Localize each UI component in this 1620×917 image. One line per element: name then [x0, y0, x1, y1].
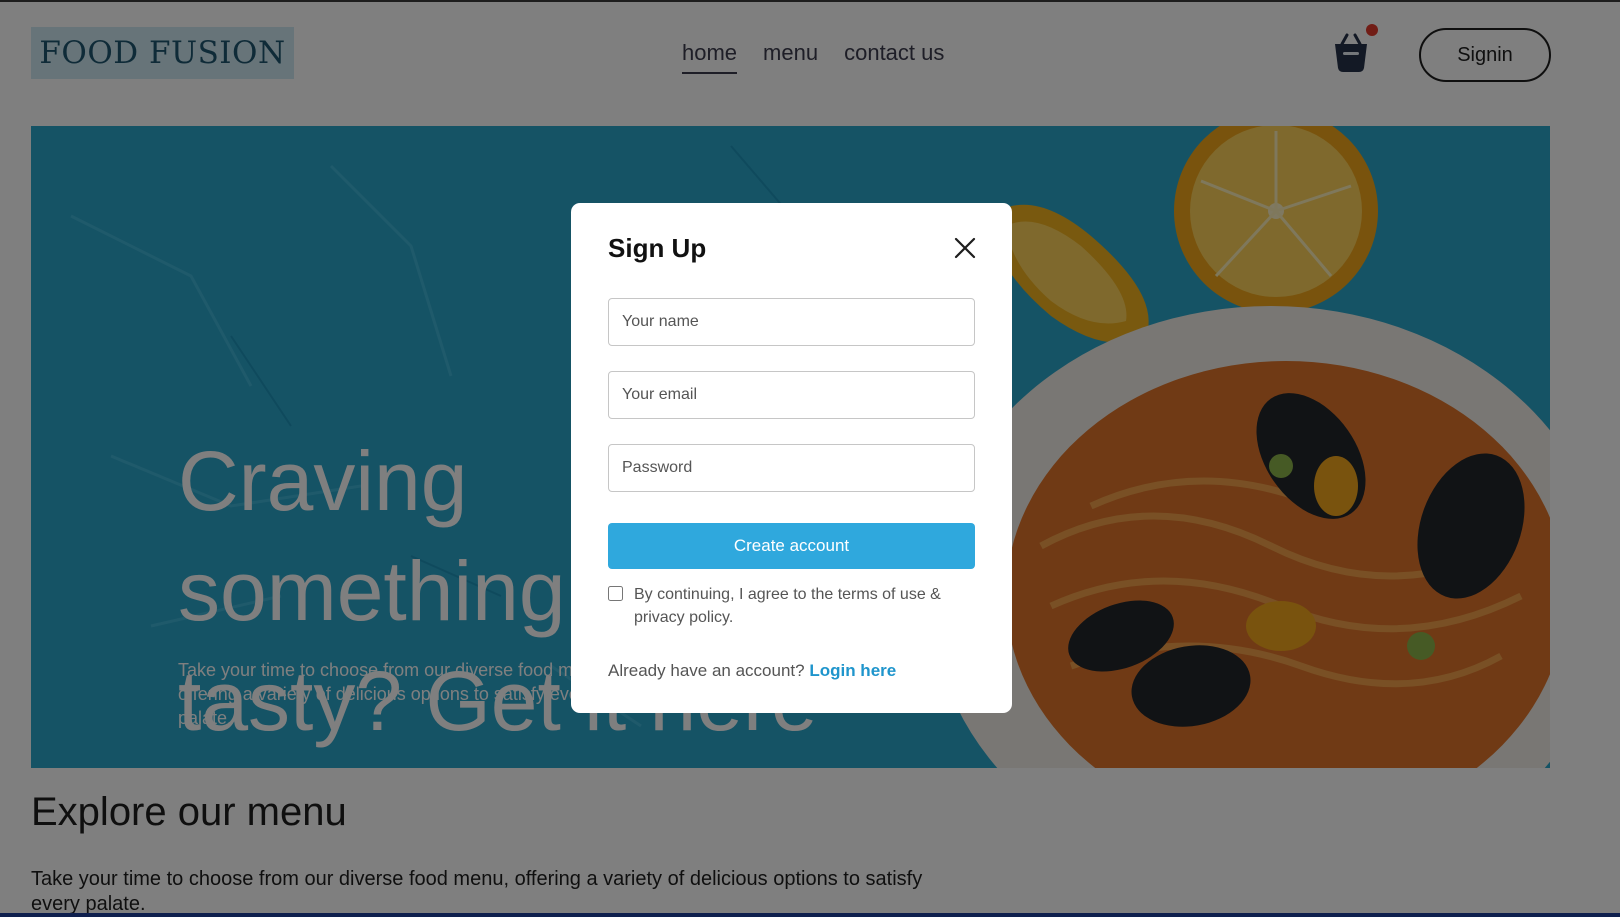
login-prompt: Already have an account? [608, 661, 805, 680]
email-input[interactable] [608, 371, 975, 419]
close-button[interactable] [952, 235, 978, 261]
modal-title: Sign Up [608, 233, 707, 263]
password-input[interactable] [608, 444, 975, 492]
close-icon [954, 237, 976, 259]
terms-checkbox[interactable] [608, 586, 623, 601]
create-account-button[interactable]: Create account [608, 523, 975, 569]
login-link[interactable]: Login here [809, 661, 896, 680]
terms-text: By continuing, I agree to the terms of u… [634, 586, 941, 626]
login-prompt-row: Already have an account? Login here [608, 661, 896, 681]
signup-modal: Sign Up Create account By continuing, I … [571, 203, 1012, 713]
name-input[interactable] [608, 298, 975, 346]
